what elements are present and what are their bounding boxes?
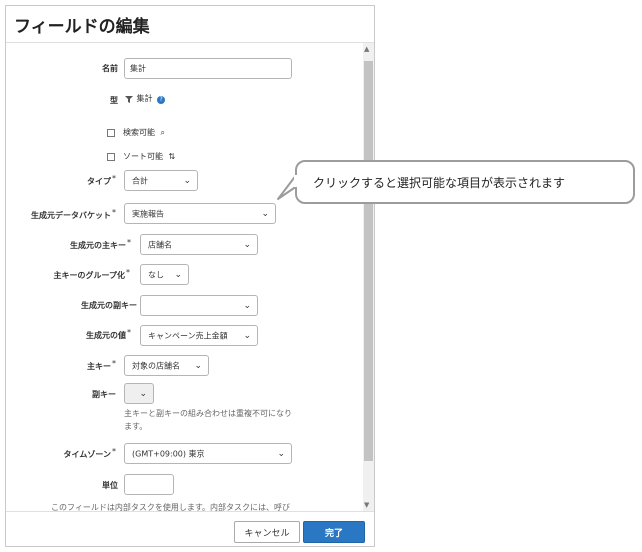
- unit-label: 単位: [102, 481, 118, 490]
- required-mark: *: [112, 208, 116, 217]
- sort-icon: ⇅: [168, 152, 176, 161]
- timezone-select[interactable]: (GMT+09:00) 東京 ⌄: [124, 443, 292, 464]
- chevron-down-icon: ⌄: [243, 330, 251, 341]
- callout-joint: [294, 175, 300, 187]
- searchable-row: 検索可能 ⌕: [123, 127, 165, 138]
- chevron-down-icon: ⌄: [243, 300, 251, 311]
- scroll-down-icon[interactable]: ▼: [364, 501, 369, 509]
- done-button[interactable]: 完了: [303, 521, 365, 543]
- primary-key-grouping-value: なし: [148, 270, 164, 279]
- help-icon[interactable]: ?: [157, 96, 166, 104]
- secondary-key-label: 副キー: [92, 390, 116, 399]
- required-mark: *: [112, 447, 116, 456]
- sortable-checkbox[interactable]: [107, 153, 115, 161]
- chevron-down-icon: ⌄: [194, 360, 202, 371]
- chevron-down-icon: ⌄: [261, 208, 269, 219]
- vertical-scrollbar[interactable]: ▲ ▼: [363, 43, 374, 511]
- unit-input[interactable]: [124, 474, 174, 495]
- type-select-label: タイプ: [87, 177, 111, 186]
- required-mark: *: [127, 328, 131, 337]
- chevron-down-icon: ⌄: [243, 239, 251, 250]
- required-mark: *: [112, 359, 116, 368]
- type-label: 型: [110, 96, 118, 105]
- source-primary-key-value: 店舗名: [148, 240, 172, 249]
- searchable-label: 検索可能: [123, 128, 155, 137]
- chevron-down-icon: ⌄: [174, 269, 182, 280]
- aggregate-icon: [125, 95, 133, 103]
- timezone-value: (GMT+09:00) 東京: [132, 449, 205, 458]
- type-value-text: 集計: [136, 94, 153, 103]
- source-secondary-key-label: 生成元の副キー: [81, 301, 137, 310]
- footer-divider: [6, 511, 374, 512]
- type-value: 集計 ?: [124, 93, 166, 104]
- source-value-select[interactable]: キャンペーン売上金額 ⌄: [140, 325, 258, 346]
- search-icon: ⌕: [160, 128, 166, 137]
- chevron-down-icon: ⌄: [277, 448, 285, 459]
- secondary-key-select: ⌄: [124, 383, 154, 404]
- required-mark: *: [127, 238, 131, 247]
- primary-key-grouping-label: 主キーのグループ化: [53, 271, 125, 280]
- type-select[interactable]: 合計 ⌄: [124, 170, 198, 191]
- scrollbar-thumb[interactable]: [364, 61, 373, 461]
- source-bucket-select[interactable]: 実施報告 ⌄: [124, 203, 276, 224]
- required-mark: *: [126, 268, 130, 277]
- scroll-up-icon[interactable]: ▲: [364, 45, 369, 53]
- primary-key-select[interactable]: 対象の店舗名 ⌄: [124, 355, 209, 376]
- dialog-title: フィールドの編集: [14, 17, 150, 37]
- chevron-down-icon: ⌄: [139, 388, 147, 399]
- source-value-label: 生成元の値: [86, 331, 126, 340]
- chevron-down-icon: ⌄: [183, 175, 191, 186]
- type-select-value: 合計: [132, 176, 148, 185]
- cancel-button[interactable]: キャンセル: [234, 521, 300, 543]
- source-value-value: キャンペーン売上金額: [148, 331, 228, 340]
- footnote-text: このフィールドは内部タスクを使用します。内部タスクには、呼び: [51, 503, 291, 511]
- source-bucket-value: 実施報告: [132, 209, 164, 218]
- primary-key-label: 主キー: [87, 362, 111, 371]
- callout-text: クリックすると選択可能な項目が表示されます: [313, 176, 566, 190]
- source-primary-key-select[interactable]: 店舗名 ⌄: [140, 234, 258, 255]
- sortable-label: ソート可能: [123, 152, 163, 161]
- required-mark: *: [112, 174, 116, 183]
- primary-key-value: 対象の店舗名: [132, 361, 180, 370]
- timezone-label: タイムゾーン: [63, 450, 111, 459]
- source-secondary-key-select[interactable]: ⌄: [140, 295, 258, 316]
- source-bucket-label: 生成元データバケット: [31, 211, 111, 220]
- form-scroll-area: 名前 型 集計 ? 検索可能 ⌕ ソート可能 ⇅ タイプ * 合計 ⌄: [6, 43, 363, 511]
- callout-bubble: クリックすると選択可能な項目が表示されます: [295, 160, 635, 204]
- name-input[interactable]: [124, 58, 292, 79]
- searchable-checkbox[interactable]: [107, 129, 115, 137]
- source-primary-key-label: 生成元の主キー: [70, 241, 126, 250]
- edit-field-dialog: フィールドの編集 名前 型 集計 ? 検索可能 ⌕ ソート可能 ⇅ タイプ *: [5, 5, 375, 547]
- primary-key-grouping-select[interactable]: なし ⌄: [140, 264, 189, 285]
- secondary-key-help: 主キーと副キーの組み合わせは重複不可になります。: [124, 409, 292, 431]
- sortable-row: ソート可能 ⇅: [123, 151, 175, 162]
- name-label: 名前: [102, 64, 118, 73]
